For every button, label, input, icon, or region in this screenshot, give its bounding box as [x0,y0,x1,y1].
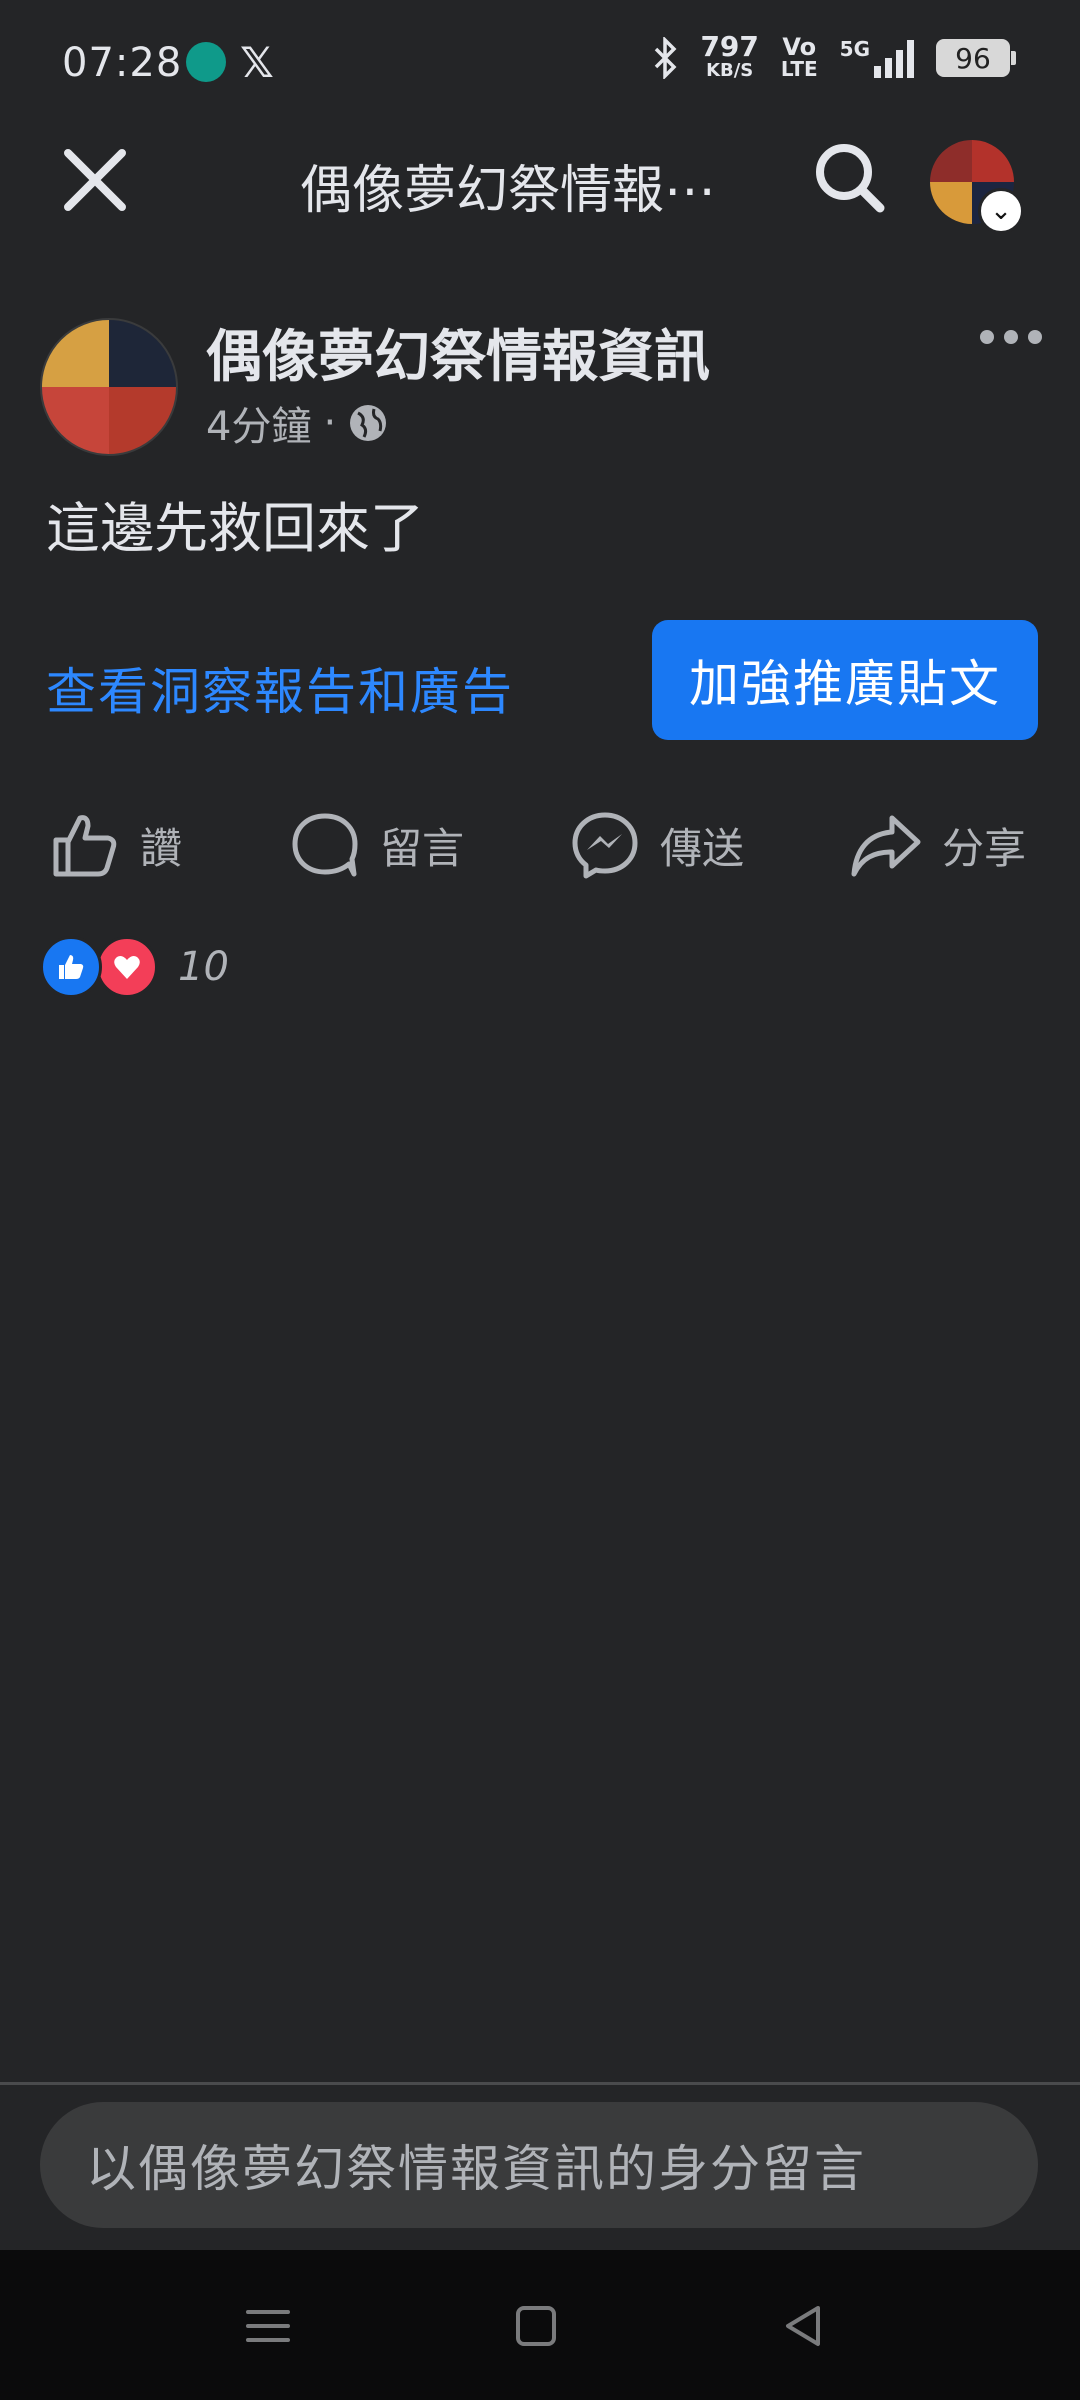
page-name[interactable]: 偶像夢幻祭情報資訊 [206,312,710,393]
battery-indicator: 96 [936,39,1016,77]
like-reaction-icon [40,936,102,998]
page-title: 偶像夢幻祭情報⋯ [300,161,717,221]
send-button[interactable]: 傳送 [570,800,744,890]
send-label: 傳送 [660,823,745,873]
reaction-count: 10 [178,944,229,990]
search-icon[interactable] [810,138,890,218]
thumbs-up-icon [53,815,117,877]
back-nav-icon[interactable] [774,2296,834,2356]
status-time: 07:28 [62,40,183,86]
divider [0,2082,1080,2085]
like-button[interactable]: 讚 [50,800,182,890]
signal-bars-icon [874,38,914,78]
volte-indicator: Vo LTE [780,33,818,81]
comment-label: 留言 [380,823,465,873]
messenger-icon [572,812,638,879]
post-time[interactable]: 4分鐘 [206,394,311,452]
x-app-icon: 𝕏 [240,38,274,87]
status-indicators: 797 KB/S Vo LTE 5G 96 [652,30,1016,82]
comment-icon [292,813,358,877]
post-meta: 4分鐘 · [206,394,388,452]
insights-link[interactable]: 查看洞察報告和廣告 [46,652,514,724]
meta-separator: · [323,400,337,446]
notification-app-icon [186,42,226,82]
chevron-down-icon[interactable]: ⌄ [978,188,1024,234]
boost-post-button[interactable]: 加強推廣貼文 [652,620,1038,740]
network-speed: 797 KB/S [700,30,759,82]
comment-button[interactable]: 留言 [290,800,464,890]
love-reaction-icon [96,936,158,998]
page-avatar[interactable] [40,318,178,456]
signal-indicator: 5G [840,38,914,78]
more-options-icon[interactable] [980,330,1042,344]
home-nav-icon[interactable] [506,2296,566,2356]
bluetooth-icon [655,37,677,79]
close-icon[interactable] [60,145,130,215]
reactions-summary[interactable]: 10 [40,936,229,998]
like-label: 讚 [140,823,183,873]
post-text: 這邊先救回來了 [46,497,424,560]
menu-nav-icon[interactable] [238,2296,298,2356]
share-label: 分享 [942,823,1027,873]
globe-icon [350,405,387,441]
comment-input[interactable]: 以偶像夢幻祭情報資訊的身分留言 [40,2102,1038,2228]
share-icon [851,815,921,877]
status-bar: 07:28 𝕏 797 KB/S Vo LTE 5G 96 [0,0,1080,130]
share-button[interactable]: 分享 [850,800,1026,890]
